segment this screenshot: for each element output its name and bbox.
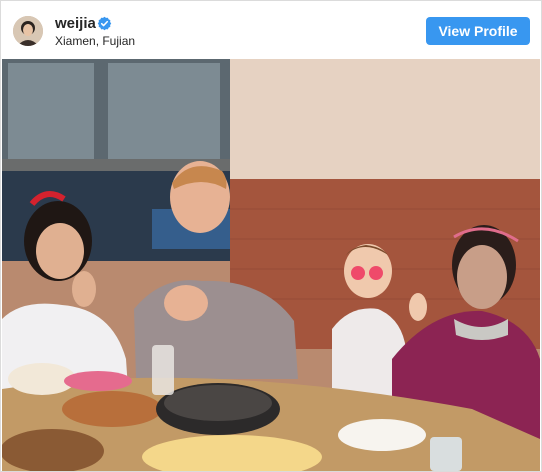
post-header: weijia Xiamen, Fujian View Profile bbox=[1, 1, 541, 59]
view-profile-button[interactable]: View Profile bbox=[426, 17, 530, 45]
verified-badge-icon bbox=[97, 16, 112, 31]
location-label[interactable]: Xiamen, Fujian bbox=[55, 34, 135, 48]
post-photo[interactable] bbox=[2, 59, 540, 471]
username[interactable]: weijia bbox=[55, 15, 96, 33]
avatar[interactable] bbox=[13, 16, 43, 46]
instagram-post-card: weijia Xiamen, Fujian View Profile bbox=[0, 0, 542, 472]
family-dinner-photo bbox=[2, 59, 540, 471]
